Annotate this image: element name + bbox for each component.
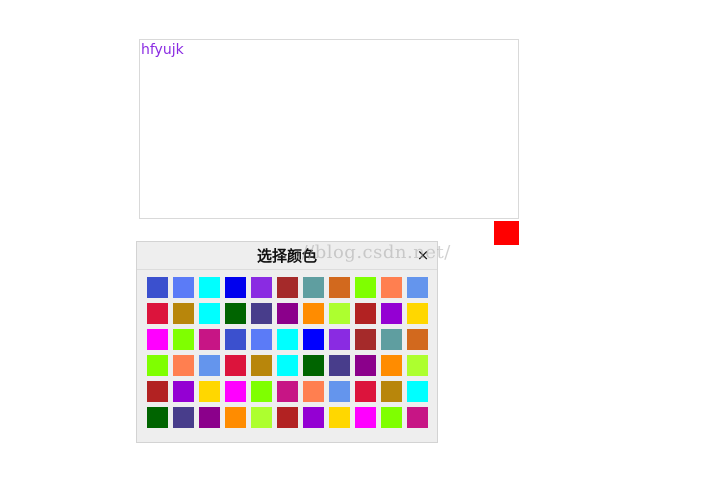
color-swatch[interactable]: [225, 277, 246, 298]
color-swatch[interactable]: [407, 277, 428, 298]
editor-text: hfyujk: [141, 42, 184, 58]
color-swatch[interactable]: [173, 355, 194, 376]
color-swatch[interactable]: [277, 381, 298, 402]
color-swatch[interactable]: [277, 277, 298, 298]
color-swatch[interactable]: [303, 329, 324, 350]
text-editor[interactable]: hfyujk: [139, 39, 519, 219]
color-swatch[interactable]: [173, 381, 194, 402]
color-swatch[interactable]: [381, 381, 402, 402]
color-swatch[interactable]: [147, 277, 168, 298]
color-swatch[interactable]: [147, 303, 168, 324]
color-swatch[interactable]: [147, 329, 168, 350]
color-swatch[interactable]: [303, 277, 324, 298]
color-swatch[interactable]: [225, 381, 246, 402]
color-swatch[interactable]: [355, 381, 376, 402]
color-swatch[interactable]: [329, 303, 350, 324]
color-swatch[interactable]: [381, 303, 402, 324]
color-swatch[interactable]: [329, 329, 350, 350]
color-swatch[interactable]: [277, 355, 298, 376]
close-button[interactable]: ×: [415, 246, 431, 264]
color-swatch[interactable]: [199, 329, 220, 350]
color-swatch[interactable]: [329, 355, 350, 376]
color-swatch[interactable]: [251, 381, 272, 402]
color-swatch[interactable]: [355, 407, 376, 428]
color-swatch[interactable]: [251, 407, 272, 428]
color-swatch[interactable]: [355, 355, 376, 376]
color-swatch[interactable]: [407, 329, 428, 350]
color-swatch[interactable]: [303, 303, 324, 324]
color-swatch[interactable]: [355, 329, 376, 350]
color-swatch[interactable]: [329, 407, 350, 428]
color-swatch[interactable]: [147, 381, 168, 402]
color-swatch[interactable]: [225, 355, 246, 376]
color-swatch[interactable]: [173, 303, 194, 324]
color-swatch[interactable]: [355, 303, 376, 324]
color-swatch[interactable]: [303, 407, 324, 428]
color-swatch[interactable]: [329, 381, 350, 402]
color-swatch[interactable]: [225, 303, 246, 324]
color-swatch[interactable]: [251, 303, 272, 324]
color-swatch[interactable]: [407, 303, 428, 324]
color-picker-title: 选择颜色: [256, 247, 317, 265]
color-swatch[interactable]: [381, 355, 402, 376]
color-swatch[interactable]: [251, 329, 272, 350]
color-swatch[interactable]: [147, 355, 168, 376]
color-swatch[interactable]: [277, 303, 298, 324]
color-swatch[interactable]: [381, 277, 402, 298]
color-swatch[interactable]: [277, 329, 298, 350]
color-swatch[interactable]: [147, 407, 168, 428]
color-trigger-button[interactable]: [494, 221, 519, 245]
color-swatch[interactable]: [199, 407, 220, 428]
color-swatch[interactable]: [303, 381, 324, 402]
color-swatch[interactable]: [199, 355, 220, 376]
color-swatch[interactable]: [173, 407, 194, 428]
color-picker-panel: 选择颜色 ×: [136, 241, 438, 443]
color-swatch[interactable]: [381, 329, 402, 350]
color-picker-header: 选择颜色 ×: [137, 242, 437, 270]
color-swatch[interactable]: [355, 277, 376, 298]
color-swatch[interactable]: [381, 407, 402, 428]
color-swatch[interactable]: [199, 277, 220, 298]
color-swatch[interactable]: [199, 303, 220, 324]
color-swatch[interactable]: [251, 277, 272, 298]
color-swatch[interactable]: [407, 381, 428, 402]
color-swatch[interactable]: [277, 407, 298, 428]
color-swatch[interactable]: [225, 407, 246, 428]
color-swatch[interactable]: [407, 355, 428, 376]
color-swatch[interactable]: [225, 329, 246, 350]
color-swatch[interactable]: [173, 277, 194, 298]
color-swatch[interactable]: [251, 355, 272, 376]
color-swatch[interactable]: [329, 277, 350, 298]
color-swatch[interactable]: [173, 329, 194, 350]
color-swatch[interactable]: [407, 407, 428, 428]
color-swatch[interactable]: [303, 355, 324, 376]
color-swatch[interactable]: [199, 381, 220, 402]
